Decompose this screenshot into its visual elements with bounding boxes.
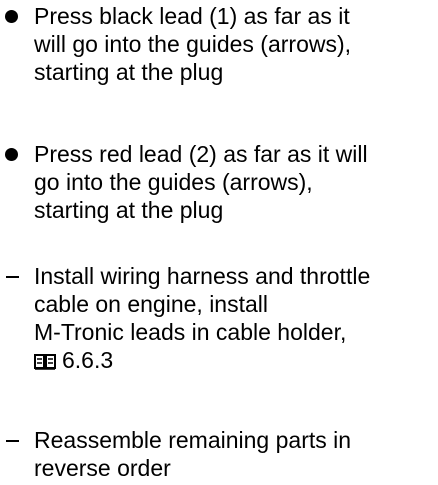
dash-icon: [6, 276, 19, 278]
instruction-line: Reassemble remaining parts in: [34, 427, 352, 453]
instruction-text: Press black lead (1) as far as it will g…: [34, 2, 434, 86]
instruction-text: Install wiring harness and throttle cabl…: [34, 262, 434, 374]
instruction-line: Install wiring harness and throttle: [34, 263, 371, 289]
reference-line: 6.6.3: [34, 346, 434, 374]
instruction-line: reverse order: [34, 455, 171, 481]
instruction-text: Press red lead (2) as far as it will go …: [34, 140, 434, 224]
instruction-line: cable on engine, install: [34, 291, 268, 317]
instruction-line: M-Tronic leads in cable holder,: [34, 319, 347, 345]
bullet-dot-icon: [5, 10, 18, 23]
instruction-line: go into the guides (arrows),: [34, 169, 313, 195]
instruction-line: will go into the guides (arrows),: [34, 31, 352, 57]
instruction-line: starting at the plug: [34, 197, 224, 223]
manual-book-icon: [34, 354, 56, 370]
bullet-dot-icon: [5, 148, 18, 161]
instruction-line: Press black lead (1) as far as it: [34, 3, 350, 29]
dash-icon: [6, 440, 19, 442]
instruction-text: Reassemble remaining parts in reverse or…: [34, 426, 434, 482]
section-reference[interactable]: 6.6.3: [62, 347, 113, 373]
instruction-line: starting at the plug: [34, 59, 224, 85]
instruction-line: Press red lead (2) as far as it will: [34, 141, 368, 167]
